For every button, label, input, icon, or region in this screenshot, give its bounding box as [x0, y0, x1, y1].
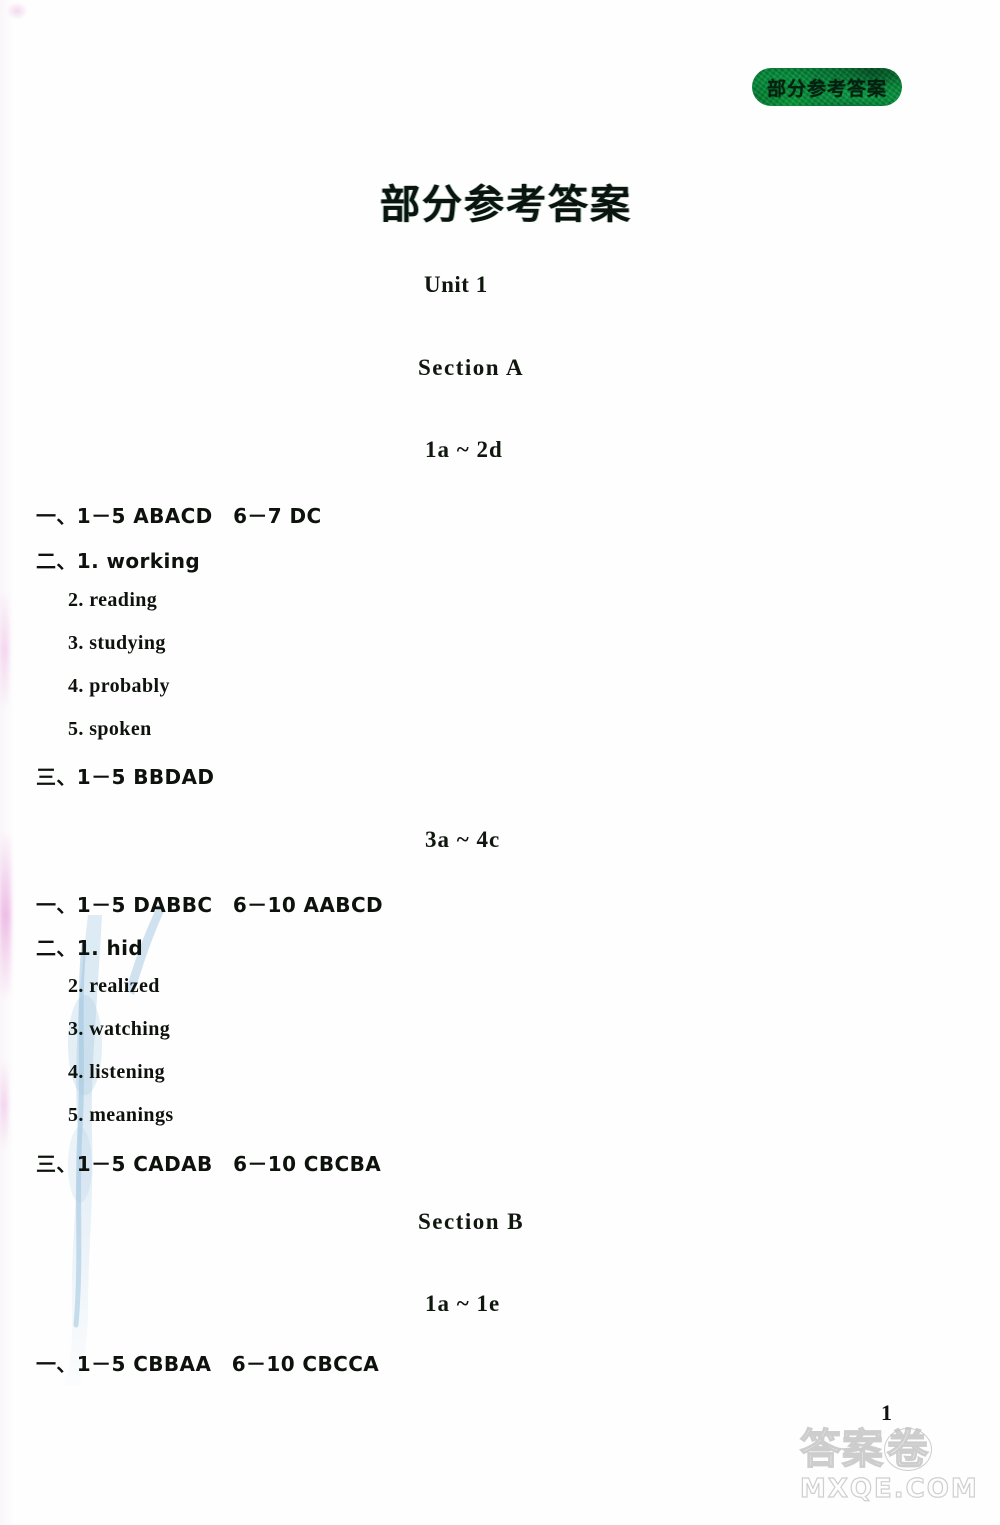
watermark-url: MXQE.COM: [799, 1474, 979, 1504]
range-heading-3a-4c: 3a ~ 4c: [425, 827, 501, 852]
watermark: 答案卷 MXQE.COM: [799, 1425, 990, 1523]
answer-key-page: 部分参考答案 部分参考答案 Unit 1 Section A 1a ~ 2d 一…: [0, 0, 1000, 1525]
answer-line: 一、1－5 ABACD 6－7 DC: [36, 504, 322, 528]
answer-line: 二、1. working: [36, 549, 201, 573]
scan-edge-tint: [0, 0, 14, 1525]
answer-line: 一、1－5 DABBC 6－10 AABCD: [36, 893, 384, 917]
answer-sub-line: 5. spoken: [68, 718, 152, 740]
answer-sub-line: 4. listening: [68, 1061, 166, 1083]
answer-sub-line: 5. meanings: [68, 1104, 174, 1126]
answer-sub-line: 2. reading: [68, 589, 158, 611]
range-heading-1a-2d: 1a ~ 2d: [425, 437, 503, 462]
answer-sub-line: 2. realized: [68, 975, 160, 997]
answer-line: 三、1－5 CADAB 6－10 CBCBA: [36, 1152, 382, 1176]
watermark-chinese-circled: 卷: [884, 1428, 932, 1471]
answer-line: 一、1－5 CBBAA 6－10 CBCCA: [36, 1352, 380, 1376]
scan-pink-streak: [0, 1060, 8, 1150]
scan-corner-smudge: [6, 2, 28, 20]
unit-heading: Unit 1: [424, 272, 488, 297]
section-heading-b: Section B: [418, 1209, 525, 1234]
scan-pink-streak: [0, 590, 9, 710]
header-tab-label: 部分参考答案: [766, 77, 887, 100]
answer-sub-line: 3. watching: [68, 1018, 171, 1040]
range-heading-1a-1e: 1a ~ 1e: [425, 1291, 501, 1316]
answer-sub-line: 3. studying: [68, 632, 166, 654]
answer-sub-line: 4. probably: [68, 675, 170, 697]
watermark-chinese: 答案卷: [799, 1425, 990, 1473]
answer-line: 三、1－5 BBDAD: [36, 765, 215, 789]
header-tab-badge: 部分参考答案: [752, 68, 902, 106]
scan-pink-streak: [0, 830, 11, 1000]
watermark-chinese-text: 答案: [799, 1425, 884, 1473]
section-heading-a: Section A: [418, 355, 525, 380]
page-number: 1: [881, 1400, 892, 1425]
page-title: 部分参考答案: [380, 182, 632, 228]
answer-line: 二、1. hid: [36, 936, 144, 960]
